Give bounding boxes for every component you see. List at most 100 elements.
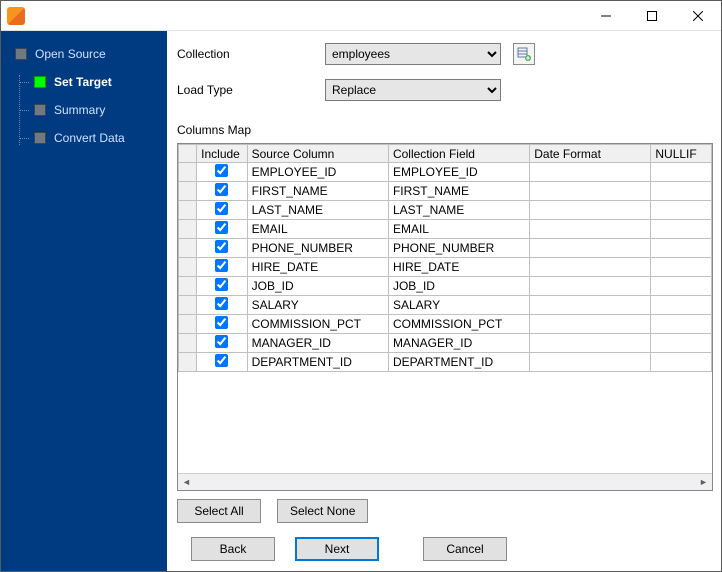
include-checkbox[interactable]: [215, 240, 228, 253]
minimize-button[interactable]: [583, 1, 629, 30]
nullif-cell[interactable]: [651, 258, 712, 277]
field-cell[interactable]: LAST_NAME: [388, 201, 529, 220]
field-cell[interactable]: HIRE_DATE: [388, 258, 529, 277]
close-button[interactable]: [675, 1, 721, 30]
include-checkbox[interactable]: [215, 221, 228, 234]
sidebar-item-set-target[interactable]: Set Target: [20, 75, 159, 89]
maximize-button[interactable]: [629, 1, 675, 30]
row-header[interactable]: [179, 277, 197, 296]
dateformat-cell[interactable]: [530, 296, 651, 315]
nullif-cell[interactable]: [651, 163, 712, 182]
cancel-button[interactable]: Cancel: [423, 537, 507, 561]
field-cell[interactable]: COMMISSION_PCT: [388, 315, 529, 334]
back-button[interactable]: Back: [191, 537, 275, 561]
include-cell[interactable]: [197, 163, 247, 182]
source-cell[interactable]: FIRST_NAME: [247, 182, 388, 201]
field-cell[interactable]: EMAIL: [388, 220, 529, 239]
table-row[interactable]: EMPLOYEE_IDEMPLOYEE_ID: [179, 163, 712, 182]
include-cell[interactable]: [197, 220, 247, 239]
nullif-cell[interactable]: [651, 201, 712, 220]
source-cell[interactable]: EMAIL: [247, 220, 388, 239]
loadtype-select[interactable]: Replace: [325, 79, 501, 101]
include-checkbox[interactable]: [215, 278, 228, 291]
dateformat-cell[interactable]: [530, 182, 651, 201]
nullif-cell[interactable]: [651, 353, 712, 372]
grid-horizontal-scrollbar[interactable]: ◄ ►: [178, 473, 712, 490]
field-cell[interactable]: MANAGER_ID: [388, 334, 529, 353]
include-cell[interactable]: [197, 277, 247, 296]
dateformat-cell[interactable]: [530, 220, 651, 239]
include-cell[interactable]: [197, 201, 247, 220]
include-cell[interactable]: [197, 334, 247, 353]
include-cell[interactable]: [197, 258, 247, 277]
field-cell[interactable]: SALARY: [388, 296, 529, 315]
col-source[interactable]: Source Column: [247, 145, 388, 163]
row-header[interactable]: [179, 315, 197, 334]
table-row[interactable]: FIRST_NAMEFIRST_NAME: [179, 182, 712, 201]
sidebar-item-convert-data[interactable]: Convert Data: [20, 131, 159, 145]
collection-select[interactable]: employees: [325, 43, 501, 65]
field-cell[interactable]: FIRST_NAME: [388, 182, 529, 201]
table-row[interactable]: SALARYSALARY: [179, 296, 712, 315]
dateformat-cell[interactable]: [530, 163, 651, 182]
include-checkbox[interactable]: [215, 316, 228, 329]
sidebar-item-open-source[interactable]: Open Source: [11, 47, 159, 61]
nullif-cell[interactable]: [651, 296, 712, 315]
dateformat-cell[interactable]: [530, 201, 651, 220]
nullif-cell[interactable]: [651, 277, 712, 296]
table-row[interactable]: LAST_NAMELAST_NAME: [179, 201, 712, 220]
table-row[interactable]: EMAILEMAIL: [179, 220, 712, 239]
nullif-cell[interactable]: [651, 239, 712, 258]
table-row[interactable]: PHONE_NUMBERPHONE_NUMBER: [179, 239, 712, 258]
row-header[interactable]: [179, 201, 197, 220]
include-cell[interactable]: [197, 315, 247, 334]
nullif-cell[interactable]: [651, 315, 712, 334]
row-header[interactable]: [179, 220, 197, 239]
source-cell[interactable]: EMPLOYEE_ID: [247, 163, 388, 182]
nullif-cell[interactable]: [651, 220, 712, 239]
include-cell[interactable]: [197, 182, 247, 201]
col-dateformat[interactable]: Date Format: [530, 145, 651, 163]
include-checkbox[interactable]: [215, 259, 228, 272]
source-cell[interactable]: SALARY: [247, 296, 388, 315]
table-row[interactable]: MANAGER_IDMANAGER_ID: [179, 334, 712, 353]
field-cell[interactable]: DEPARTMENT_ID: [388, 353, 529, 372]
row-header[interactable]: [179, 182, 197, 201]
include-checkbox[interactable]: [215, 297, 228, 310]
row-header[interactable]: [179, 258, 197, 277]
include-checkbox[interactable]: [215, 335, 228, 348]
next-button[interactable]: Next: [295, 537, 379, 561]
include-cell[interactable]: [197, 296, 247, 315]
nullif-cell[interactable]: [651, 334, 712, 353]
col-include[interactable]: Include: [197, 145, 247, 163]
source-cell[interactable]: COMMISSION_PCT: [247, 315, 388, 334]
row-header[interactable]: [179, 239, 197, 258]
select-none-button[interactable]: Select None: [277, 499, 368, 523]
include-cell[interactable]: [197, 353, 247, 372]
field-cell[interactable]: JOB_ID: [388, 277, 529, 296]
col-nullif[interactable]: NULLIF: [651, 145, 712, 163]
row-header[interactable]: [179, 353, 197, 372]
include-checkbox[interactable]: [215, 354, 228, 367]
select-all-button[interactable]: Select All: [177, 499, 261, 523]
scroll-left-icon[interactable]: ◄: [178, 474, 195, 490]
row-header[interactable]: [179, 334, 197, 353]
dateformat-cell[interactable]: [530, 277, 651, 296]
include-cell[interactable]: [197, 239, 247, 258]
row-header[interactable]: [179, 296, 197, 315]
new-collection-button[interactable]: [513, 43, 535, 65]
dateformat-cell[interactable]: [530, 353, 651, 372]
sidebar-item-summary[interactable]: Summary: [20, 103, 159, 117]
source-cell[interactable]: JOB_ID: [247, 277, 388, 296]
source-cell[interactable]: DEPARTMENT_ID: [247, 353, 388, 372]
source-cell[interactable]: HIRE_DATE: [247, 258, 388, 277]
scroll-right-icon[interactable]: ►: [695, 474, 712, 490]
dateformat-cell[interactable]: [530, 334, 651, 353]
include-checkbox[interactable]: [215, 164, 228, 177]
nullif-cell[interactable]: [651, 182, 712, 201]
field-cell[interactable]: PHONE_NUMBER: [388, 239, 529, 258]
table-row[interactable]: HIRE_DATEHIRE_DATE: [179, 258, 712, 277]
include-checkbox[interactable]: [215, 202, 228, 215]
source-cell[interactable]: PHONE_NUMBER: [247, 239, 388, 258]
source-cell[interactable]: MANAGER_ID: [247, 334, 388, 353]
